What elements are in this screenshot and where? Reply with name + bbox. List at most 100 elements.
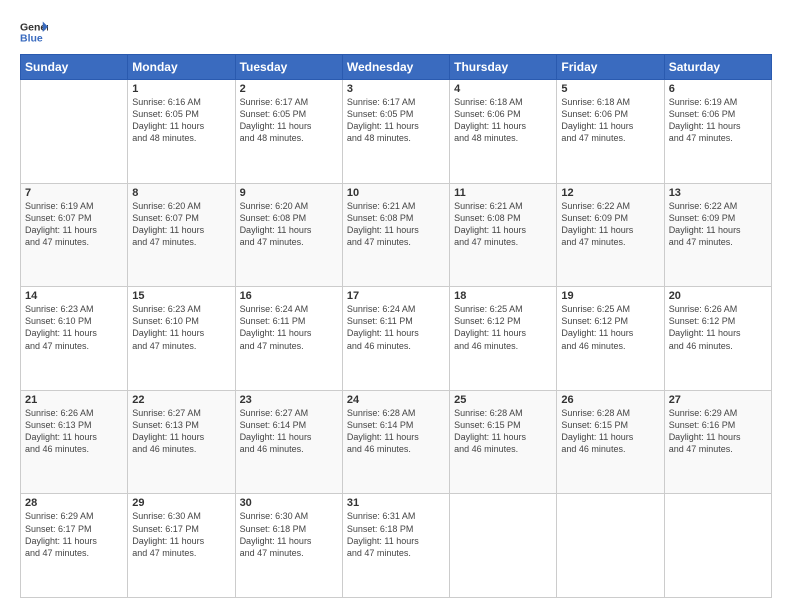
day-number: 15 <box>132 290 230 302</box>
day-info: Sunrise: 6:21 AM Sunset: 6:08 PM Dayligh… <box>454 200 552 249</box>
calendar-cell <box>664 494 771 598</box>
calendar-cell: 27Sunrise: 6:29 AM Sunset: 6:16 PM Dayli… <box>664 390 771 494</box>
svg-text:Blue: Blue <box>20 33 43 45</box>
calendar-cell: 26Sunrise: 6:28 AM Sunset: 6:15 PM Dayli… <box>557 390 664 494</box>
calendar-cell: 15Sunrise: 6:23 AM Sunset: 6:10 PM Dayli… <box>128 287 235 391</box>
day-info: Sunrise: 6:24 AM Sunset: 6:11 PM Dayligh… <box>240 303 338 352</box>
calendar-week-2: 14Sunrise: 6:23 AM Sunset: 6:10 PM Dayli… <box>21 287 772 391</box>
day-info: Sunrise: 6:20 AM Sunset: 6:08 PM Dayligh… <box>240 200 338 249</box>
calendar-cell: 30Sunrise: 6:30 AM Sunset: 6:18 PM Dayli… <box>235 494 342 598</box>
calendar-cell: 2Sunrise: 6:17 AM Sunset: 6:05 PM Daylig… <box>235 80 342 184</box>
calendar-cell: 13Sunrise: 6:22 AM Sunset: 6:09 PM Dayli… <box>664 183 771 287</box>
day-info: Sunrise: 6:25 AM Sunset: 6:12 PM Dayligh… <box>561 303 659 352</box>
calendar-cell: 9Sunrise: 6:20 AM Sunset: 6:08 PM Daylig… <box>235 183 342 287</box>
weekday-saturday: Saturday <box>664 55 771 80</box>
day-number: 20 <box>669 290 767 302</box>
day-number: 28 <box>25 497 123 509</box>
calendar-cell: 4Sunrise: 6:18 AM Sunset: 6:06 PM Daylig… <box>450 80 557 184</box>
weekday-friday: Friday <box>557 55 664 80</box>
day-info: Sunrise: 6:31 AM Sunset: 6:18 PM Dayligh… <box>347 510 445 559</box>
day-info: Sunrise: 6:23 AM Sunset: 6:10 PM Dayligh… <box>25 303 123 352</box>
calendar-cell: 28Sunrise: 6:29 AM Sunset: 6:17 PM Dayli… <box>21 494 128 598</box>
weekday-wednesday: Wednesday <box>342 55 449 80</box>
calendar-week-1: 7Sunrise: 6:19 AM Sunset: 6:07 PM Daylig… <box>21 183 772 287</box>
day-info: Sunrise: 6:27 AM Sunset: 6:14 PM Dayligh… <box>240 407 338 456</box>
day-info: Sunrise: 6:30 AM Sunset: 6:18 PM Dayligh… <box>240 510 338 559</box>
calendar-cell <box>450 494 557 598</box>
day-number: 31 <box>347 497 445 509</box>
day-number: 26 <box>561 394 659 406</box>
day-info: Sunrise: 6:27 AM Sunset: 6:13 PM Dayligh… <box>132 407 230 456</box>
day-info: Sunrise: 6:17 AM Sunset: 6:05 PM Dayligh… <box>347 96 445 145</box>
day-info: Sunrise: 6:26 AM Sunset: 6:13 PM Dayligh… <box>25 407 123 456</box>
day-info: Sunrise: 6:21 AM Sunset: 6:08 PM Dayligh… <box>347 200 445 249</box>
calendar-cell: 6Sunrise: 6:19 AM Sunset: 6:06 PM Daylig… <box>664 80 771 184</box>
day-number: 6 <box>669 83 767 95</box>
day-number: 17 <box>347 290 445 302</box>
day-number: 13 <box>669 187 767 199</box>
day-info: Sunrise: 6:22 AM Sunset: 6:09 PM Dayligh… <box>561 200 659 249</box>
calendar-cell: 21Sunrise: 6:26 AM Sunset: 6:13 PM Dayli… <box>21 390 128 494</box>
calendar-week-0: 1Sunrise: 6:16 AM Sunset: 6:05 PM Daylig… <box>21 80 772 184</box>
calendar-cell: 29Sunrise: 6:30 AM Sunset: 6:17 PM Dayli… <box>128 494 235 598</box>
calendar-cell: 25Sunrise: 6:28 AM Sunset: 6:15 PM Dayli… <box>450 390 557 494</box>
calendar-cell: 20Sunrise: 6:26 AM Sunset: 6:12 PM Dayli… <box>664 287 771 391</box>
weekday-thursday: Thursday <box>450 55 557 80</box>
day-number: 23 <box>240 394 338 406</box>
day-number: 27 <box>669 394 767 406</box>
day-info: Sunrise: 6:20 AM Sunset: 6:07 PM Dayligh… <box>132 200 230 249</box>
day-number: 25 <box>454 394 552 406</box>
day-info: Sunrise: 6:19 AM Sunset: 6:07 PM Dayligh… <box>25 200 123 249</box>
calendar-cell: 1Sunrise: 6:16 AM Sunset: 6:05 PM Daylig… <box>128 80 235 184</box>
calendar-cell: 23Sunrise: 6:27 AM Sunset: 6:14 PM Dayli… <box>235 390 342 494</box>
day-info: Sunrise: 6:19 AM Sunset: 6:06 PM Dayligh… <box>669 96 767 145</box>
calendar-cell: 3Sunrise: 6:17 AM Sunset: 6:05 PM Daylig… <box>342 80 449 184</box>
calendar-cell: 11Sunrise: 6:21 AM Sunset: 6:08 PM Dayli… <box>450 183 557 287</box>
calendar-cell: 7Sunrise: 6:19 AM Sunset: 6:07 PM Daylig… <box>21 183 128 287</box>
header: General Blue <box>20 18 772 46</box>
day-number: 29 <box>132 497 230 509</box>
day-number: 22 <box>132 394 230 406</box>
day-info: Sunrise: 6:30 AM Sunset: 6:17 PM Dayligh… <box>132 510 230 559</box>
calendar-cell <box>557 494 664 598</box>
calendar-week-4: 28Sunrise: 6:29 AM Sunset: 6:17 PM Dayli… <box>21 494 772 598</box>
calendar-cell: 12Sunrise: 6:22 AM Sunset: 6:09 PM Dayli… <box>557 183 664 287</box>
day-number: 4 <box>454 83 552 95</box>
day-number: 21 <box>25 394 123 406</box>
day-info: Sunrise: 6:18 AM Sunset: 6:06 PM Dayligh… <box>454 96 552 145</box>
day-number: 1 <box>132 83 230 95</box>
page: General Blue SundayMondayTuesdayWednesda… <box>0 0 792 612</box>
day-info: Sunrise: 6:29 AM Sunset: 6:16 PM Dayligh… <box>669 407 767 456</box>
day-number: 19 <box>561 290 659 302</box>
calendar-cell: 31Sunrise: 6:31 AM Sunset: 6:18 PM Dayli… <box>342 494 449 598</box>
day-number: 24 <box>347 394 445 406</box>
calendar-cell: 10Sunrise: 6:21 AM Sunset: 6:08 PM Dayli… <box>342 183 449 287</box>
logo-icon: General Blue <box>20 18 48 46</box>
calendar-cell: 5Sunrise: 6:18 AM Sunset: 6:06 PM Daylig… <box>557 80 664 184</box>
weekday-header-row: SundayMondayTuesdayWednesdayThursdayFrid… <box>21 55 772 80</box>
day-info: Sunrise: 6:17 AM Sunset: 6:05 PM Dayligh… <box>240 96 338 145</box>
logo: General Blue <box>20 18 48 46</box>
day-info: Sunrise: 6:24 AM Sunset: 6:11 PM Dayligh… <box>347 303 445 352</box>
day-info: Sunrise: 6:18 AM Sunset: 6:06 PM Dayligh… <box>561 96 659 145</box>
calendar-cell <box>21 80 128 184</box>
day-info: Sunrise: 6:28 AM Sunset: 6:15 PM Dayligh… <box>561 407 659 456</box>
calendar-cell: 18Sunrise: 6:25 AM Sunset: 6:12 PM Dayli… <box>450 287 557 391</box>
day-number: 11 <box>454 187 552 199</box>
calendar-cell: 19Sunrise: 6:25 AM Sunset: 6:12 PM Dayli… <box>557 287 664 391</box>
calendar-cell: 17Sunrise: 6:24 AM Sunset: 6:11 PM Dayli… <box>342 287 449 391</box>
day-number: 30 <box>240 497 338 509</box>
day-number: 2 <box>240 83 338 95</box>
day-number: 9 <box>240 187 338 199</box>
day-number: 12 <box>561 187 659 199</box>
weekday-sunday: Sunday <box>21 55 128 80</box>
calendar-cell: 14Sunrise: 6:23 AM Sunset: 6:10 PM Dayli… <box>21 287 128 391</box>
day-number: 18 <box>454 290 552 302</box>
day-number: 10 <box>347 187 445 199</box>
day-number: 5 <box>561 83 659 95</box>
calendar-table: SundayMondayTuesdayWednesdayThursdayFrid… <box>20 54 772 598</box>
calendar-week-3: 21Sunrise: 6:26 AM Sunset: 6:13 PM Dayli… <box>21 390 772 494</box>
calendar-cell: 24Sunrise: 6:28 AM Sunset: 6:14 PM Dayli… <box>342 390 449 494</box>
weekday-monday: Monday <box>128 55 235 80</box>
day-info: Sunrise: 6:28 AM Sunset: 6:14 PM Dayligh… <box>347 407 445 456</box>
